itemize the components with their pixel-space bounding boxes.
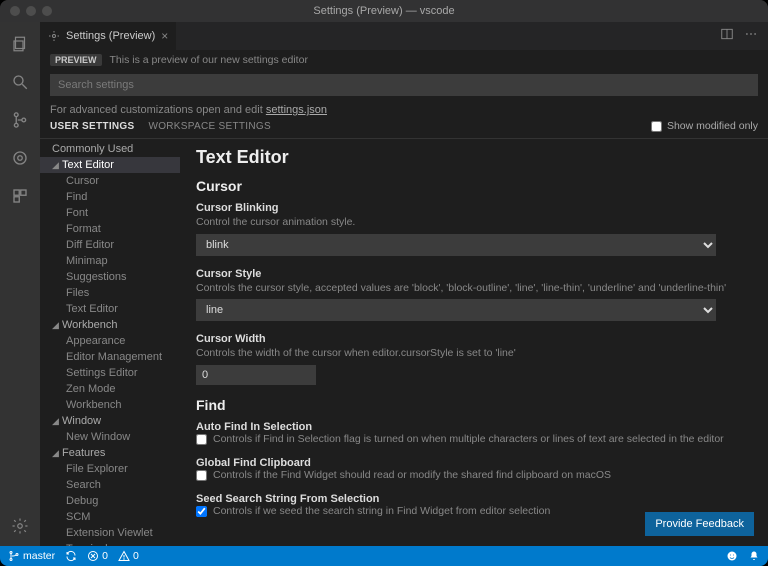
settings-panel: Text Editor Cursor Cursor Blinking Contr… <box>180 139 768 546</box>
toc-file-explorer[interactable]: File Explorer <box>40 461 180 477</box>
section-find: Find <box>196 397 752 413</box>
preview-tag: PREVIEW <box>50 54 102 66</box>
tab-settings[interactable]: Settings (Preview) × <box>40 22 176 50</box>
advanced-note: For advanced customizations open and edi… <box>40 100 768 118</box>
window-controls[interactable] <box>10 6 52 16</box>
status-sync[interactable] <box>65 550 77 562</box>
setting-cursor-blinking: Cursor Blinking Control the cursor anima… <box>196 202 752 256</box>
cursor-blinking-select[interactable]: blink <box>196 234 716 256</box>
toc-window[interactable]: ◢Window <box>40 413 180 429</box>
toc-editor-management[interactable]: Editor Management <box>40 349 180 365</box>
provide-feedback-button[interactable]: Provide Feedback <box>645 512 754 536</box>
explorer-icon[interactable] <box>8 32 32 56</box>
preview-banner: PREVIEW This is a preview of our new set… <box>40 50 768 70</box>
section-cursor: Cursor <box>196 178 752 194</box>
scm-icon[interactable] <box>8 108 32 132</box>
scope-workspace[interactable]: WORKSPACE SETTINGS <box>148 121 270 132</box>
scope-user[interactable]: USER SETTINGS <box>50 121 134 132</box>
window-title: Settings (Preview) — vscode <box>313 5 454 17</box>
preview-text: This is a preview of our new settings ed… <box>110 54 308 66</box>
titlebar: Settings (Preview) — vscode <box>0 0 768 22</box>
settings-toc[interactable]: Commonly Used ◢Text Editor Cursor Find F… <box>40 139 180 546</box>
global-clipboard-checkbox[interactable] <box>196 470 207 481</box>
toc-minimap[interactable]: Minimap <box>40 253 180 269</box>
toc-font[interactable]: Font <box>40 205 180 221</box>
setting-auto-find: Auto Find In Selection Controls if Find … <box>196 421 752 445</box>
toc-scm[interactable]: SCM <box>40 509 180 525</box>
toc-debug[interactable]: Debug <box>40 493 180 509</box>
extensions-icon[interactable] <box>8 184 32 208</box>
show-modified-toggle[interactable]: Show modified only <box>651 120 758 132</box>
show-modified-checkbox[interactable] <box>651 121 662 132</box>
status-errors[interactable]: 0 <box>87 550 108 562</box>
setting-cursor-width: Cursor Width Controls the width of the c… <box>196 333 752 385</box>
toc-format[interactable]: Format <box>40 221 180 237</box>
toc-zen-mode[interactable]: Zen Mode <box>40 381 180 397</box>
settings-json-link[interactable]: settings.json <box>266 104 327 116</box>
more-icon[interactable] <box>744 27 758 46</box>
toc-cursor[interactable]: Cursor <box>40 173 180 189</box>
tab-bar: Settings (Preview) × <box>40 22 768 50</box>
settings-gear-icon[interactable] <box>8 514 32 538</box>
toc-features[interactable]: ◢Features <box>40 445 180 461</box>
toc-find[interactable]: Find <box>40 189 180 205</box>
toc-extension-viewlet[interactable]: Extension Viewlet <box>40 525 180 541</box>
seed-search-checkbox[interactable] <box>196 506 207 517</box>
setting-cursor-style: Cursor Style Controls the cursor style, … <box>196 268 752 322</box>
setting-global-clipboard: Global Find Clipboard Controls if the Fi… <box>196 457 752 481</box>
split-editor-icon[interactable] <box>720 27 734 46</box>
toc-suggestions[interactable]: Suggestions <box>40 269 180 285</box>
status-branch[interactable]: master <box>8 550 55 562</box>
toc-diff-editor[interactable]: Diff Editor <box>40 237 180 253</box>
gear-icon <box>48 30 60 42</box>
toc-new-window[interactable]: New Window <box>40 429 180 445</box>
search-icon[interactable] <box>8 70 32 94</box>
toc-files[interactable]: Files <box>40 285 180 301</box>
debug-icon[interactable] <box>8 146 32 170</box>
status-bell-icon[interactable] <box>748 550 760 562</box>
page-heading: Text Editor <box>196 147 752 168</box>
status-bar: master 0 0 <box>0 546 768 566</box>
toc-appearance[interactable]: Appearance <box>40 333 180 349</box>
close-icon[interactable]: × <box>161 29 168 43</box>
toc-text-editor[interactable]: ◢Text Editor <box>40 157 180 173</box>
toc-workbench[interactable]: ◢Workbench <box>40 317 180 333</box>
search-input[interactable] <box>50 74 758 96</box>
status-warnings[interactable]: 0 <box>118 550 139 562</box>
toc-workbench-sub[interactable]: Workbench <box>40 397 180 413</box>
toc-text-editor-sub[interactable]: Text Editor <box>40 301 180 317</box>
auto-find-checkbox[interactable] <box>196 434 207 445</box>
cursor-width-input[interactable] <box>196 365 316 385</box>
toc-search[interactable]: Search <box>40 477 180 493</box>
tab-label: Settings (Preview) <box>66 30 155 42</box>
status-feedback-icon[interactable] <box>726 550 738 562</box>
cursor-style-select[interactable]: line <box>196 299 716 321</box>
toc-settings-editor[interactable]: Settings Editor <box>40 365 180 381</box>
activity-bar <box>0 22 40 546</box>
toc-commonly-used[interactable]: Commonly Used <box>40 141 180 157</box>
